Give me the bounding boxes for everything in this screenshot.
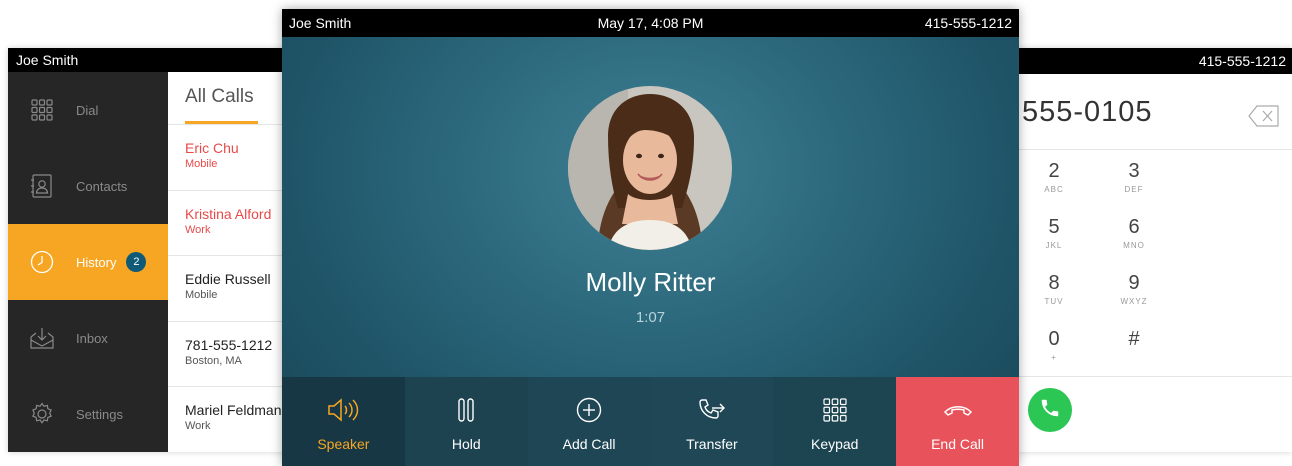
speaker-button[interactable]: Speaker: [282, 377, 405, 466]
control-label: Keypad: [810, 436, 859, 452]
calls-tab-bar: All Calls: [168, 72, 290, 125]
transfer-button[interactable]: Transfer: [650, 377, 774, 466]
call-name: 781-555-1212: [185, 336, 273, 353]
key-2[interactable]: 2 ABC: [1030, 160, 1078, 194]
left-status-bar: Joe Smith: [8, 48, 290, 72]
caller-name: Molly Ritter: [585, 267, 716, 297]
key-letters: DEF: [1124, 185, 1144, 194]
sidebar-item-label: History: [76, 254, 117, 270]
transfer-icon: [698, 397, 726, 423]
control-label: Transfer: [686, 436, 738, 452]
history-badge: 2: [126, 252, 147, 272]
backspace-icon[interactable]: [1248, 105, 1280, 132]
key-letters: MNO: [1123, 241, 1145, 250]
sidebar-item-label: Contacts: [76, 178, 128, 194]
key-3[interactable]: 3 DEF: [1110, 160, 1158, 194]
active-tab-indicator: [185, 121, 258, 124]
keypad-icon: [823, 397, 847, 423]
call-history-list: All Calls Eric Chu Mobile Kristina Alfor…: [168, 72, 290, 452]
key-letters: TUV: [1044, 297, 1064, 306]
dialer-window: 415-555-1212 555-0105 2 ABC 3 DEF 5 JKL …: [1018, 48, 1292, 452]
sidebar-item-settings[interactable]: Settings: [8, 376, 168, 452]
contacts-icon: [30, 174, 54, 198]
call-type: Mobile: [185, 158, 218, 170]
call-type: Work: [185, 420, 211, 432]
key-letters: JKL: [1045, 241, 1063, 250]
call-type: Mobile: [185, 289, 218, 301]
phone-icon: [1039, 397, 1061, 424]
center-phone-number: 415-555-1212: [924, 15, 1012, 31]
add-circle-icon: [576, 397, 602, 423]
tab-all-calls[interactable]: All Calls: [185, 86, 254, 108]
call-type: Work: [185, 223, 211, 236]
inbox-icon: [30, 326, 54, 350]
keypad-button[interactable]: Keypad: [773, 377, 897, 466]
key-digit: 8: [1048, 272, 1060, 294]
add-call-button[interactable]: Add Call: [527, 377, 651, 466]
end-call-button[interactable]: End Call: [896, 377, 1019, 466]
call-name: Kristina Alford: [185, 205, 272, 222]
key-letters: WXYZ: [1120, 297, 1148, 306]
call-name: Eric Chu: [185, 140, 239, 156]
key-digit: 0: [1048, 328, 1060, 350]
call-controls: Speaker Hold Add Call Transfer Keypad En…: [282, 377, 1019, 466]
sidebar-item-label: Settings: [76, 406, 123, 422]
caller-avatar: [568, 86, 732, 250]
sidebar-item-inbox[interactable]: Inbox: [8, 300, 168, 376]
call-button[interactable]: [1028, 388, 1072, 432]
call-row[interactable]: Eddie Russell Mobile: [168, 256, 290, 322]
keypad-icon: [30, 98, 54, 122]
key-0[interactable]: 0 +: [1030, 328, 1078, 362]
call-row[interactable]: Eric Chu Mobile: [168, 125, 290, 191]
dialed-number[interactable]: 555-0105: [1022, 96, 1153, 129]
sidebar: Dial Contacts History 2 Inbox Settings: [8, 72, 168, 452]
sidebar-item-label: Inbox: [76, 330, 108, 346]
key-6[interactable]: 6 MNO: [1110, 216, 1158, 250]
key-digit: 9: [1128, 272, 1140, 294]
pause-icon: [456, 397, 476, 423]
sidebar-item-dial[interactable]: Dial: [8, 72, 168, 148]
key-9[interactable]: 9 WXYZ: [1110, 272, 1158, 306]
date-time: May 17, 4:08 PM: [597, 15, 704, 31]
control-label: Hold: [451, 436, 481, 452]
control-label: Speaker: [317, 436, 370, 452]
key-digit: 6: [1128, 216, 1140, 238]
call-name: Eddie Russell: [185, 271, 271, 287]
call-name: Mariel Feldman: [185, 402, 282, 418]
sidebar-item-label: Dial: [76, 102, 99, 118]
left-user-name: Joe Smith: [16, 52, 79, 68]
speaker-icon: [327, 397, 359, 423]
key-digit: 5: [1048, 216, 1060, 238]
sidebar-item-contacts[interactable]: Contacts: [8, 148, 168, 224]
call-row[interactable]: Mariel Feldman Work: [168, 387, 290, 452]
center-status-bar: Joe Smith May 17, 4:08 PM 415-555-1212: [282, 9, 1019, 37]
history-window: Joe Smith Dial Contacts History 2 Inbox …: [8, 48, 290, 452]
key-5[interactable]: 5 JKL: [1030, 216, 1078, 250]
call-duration: 1:07: [635, 309, 666, 326]
key-letters: ABC: [1044, 185, 1064, 194]
key-digit: 3: [1128, 160, 1140, 182]
dial-display: 555-0105: [1018, 74, 1292, 150]
gear-icon: [30, 402, 54, 426]
hold-button[interactable]: Hold: [404, 377, 528, 466]
call-location: Boston, MA: [185, 354, 242, 367]
right-status-bar: 415-555-1212: [1018, 48, 1292, 74]
key-8[interactable]: 8 TUV: [1030, 272, 1078, 306]
active-call-window: Joe Smith May 17, 4:08 PM 415-555-1212 M…: [282, 9, 1019, 466]
sidebar-item-history[interactable]: History 2: [8, 224, 168, 300]
control-label: Add Call: [562, 436, 616, 452]
control-label: End Call: [931, 436, 985, 452]
clock-icon: [30, 250, 54, 274]
call-row[interactable]: 781-555-1212 Boston, MA: [168, 322, 290, 387]
right-phone-number: 415-555-1212: [1198, 53, 1286, 69]
hangup-icon: [943, 397, 973, 423]
call-row[interactable]: Kristina Alford Work: [168, 191, 290, 256]
divider: [1018, 376, 1292, 377]
key-letters: +: [1051, 353, 1057, 362]
key-digit: #: [1128, 328, 1140, 350]
key-digit: 2: [1048, 160, 1060, 182]
key-hash[interactable]: #: [1110, 328, 1158, 353]
